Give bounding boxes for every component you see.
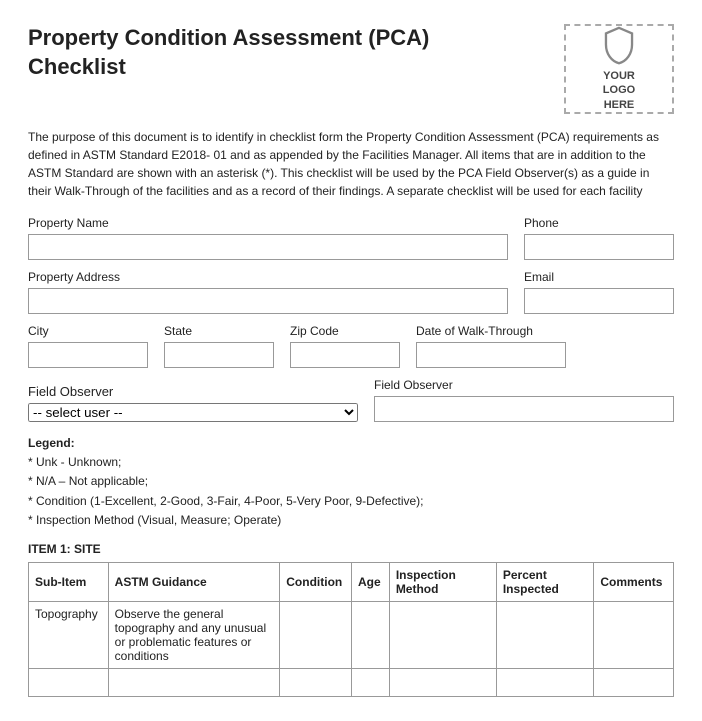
phone-input[interactable] <box>524 234 674 260</box>
cell-empty-sub-item <box>29 668 109 696</box>
form-row-3: City State Zip Code Date of Walk-Through… <box>28 324 674 368</box>
legend-line1: * Unk - Unknown; <box>28 453 674 472</box>
property-address-label: Property Address <box>28 270 508 284</box>
table-section: ITEM 1: SITE Sub-Item ASTM Guidance Cond… <box>28 542 674 697</box>
city-group: City <box>28 324 148 368</box>
description-text: The purpose of this document is to ident… <box>28 128 674 200</box>
cell-empty-condition <box>280 668 352 696</box>
email-input[interactable] <box>524 288 674 314</box>
phone-group: Phone <box>524 216 674 260</box>
cell-comments <box>594 601 674 668</box>
cell-empty-comments <box>594 668 674 696</box>
state-input[interactable] <box>164 342 274 368</box>
field-observer-select[interactable]: -- select user -- <box>28 403 358 422</box>
walk-through-group: Date of Walk-Through 10/17/2022 <box>416 324 566 368</box>
col-header-sub-item: Sub-Item <box>29 562 109 601</box>
form-row-2: Property Address Email <box>28 270 674 314</box>
page-header: Property Condition Assessment (PCA) Chec… <box>28 24 674 114</box>
legend-line4: * Inspection Method (Visual, Measure; Op… <box>28 511 674 530</box>
state-group: State <box>164 324 274 368</box>
table-header-row: Sub-Item ASTM Guidance Condition Age Ins… <box>29 562 674 601</box>
email-group: Email <box>524 270 674 314</box>
col-header-condition: Condition <box>280 562 352 601</box>
cell-condition <box>280 601 352 668</box>
email-label: Email <box>524 270 674 284</box>
col-header-age: Age <box>352 562 390 601</box>
legend-line2: * N/A – Not applicable; <box>28 472 674 491</box>
city-label: City <box>28 324 148 338</box>
col-header-comments: Comments <box>594 562 674 601</box>
zip-label: Zip Code <box>290 324 400 338</box>
table-row-empty <box>29 668 674 696</box>
zip-input[interactable] <box>290 342 400 368</box>
walk-through-label: Date of Walk-Through <box>416 324 566 338</box>
col-header-inspection: Inspection Method <box>389 562 496 601</box>
phone-label: Phone <box>524 216 674 230</box>
cell-inspection-method <box>389 601 496 668</box>
cell-percent-inspected <box>496 601 594 668</box>
zip-group: Zip Code <box>290 324 400 368</box>
city-input[interactable] <box>28 342 148 368</box>
condition-table: Sub-Item ASTM Guidance Condition Age Ins… <box>28 562 674 697</box>
logo-placeholder: YOUR LOGO HERE <box>564 24 674 114</box>
legend-line3: * Condition (1-Excellent, 2-Good, 3-Fair… <box>28 492 674 511</box>
cell-sub-item: Topography <box>29 601 109 668</box>
cell-empty-percent <box>496 668 594 696</box>
logo-text: YOUR LOGO HERE <box>603 69 635 112</box>
property-address-group: Property Address <box>28 270 508 314</box>
title-block: Property Condition Assessment (PCA) Chec… <box>28 24 429 81</box>
cell-empty-astm <box>108 668 280 696</box>
legend-title: Legend: <box>28 434 674 453</box>
table-row: Topography Observe the general topograph… <box>29 601 674 668</box>
cell-age <box>352 601 390 668</box>
field-observer-2-input[interactable] <box>374 396 674 422</box>
cell-empty-age <box>352 668 390 696</box>
property-name-label: Property Name <box>28 216 508 230</box>
field-observer-2-group: Field Observer <box>374 378 674 422</box>
shield-icon <box>601 26 637 65</box>
form-row-1: Property Name Phone <box>28 216 674 260</box>
field-observer-2-label: Field Observer <box>374 378 674 392</box>
property-name-group: Property Name <box>28 216 508 260</box>
field-observer-1-group: Field Observer -- select user -- <box>28 384 358 422</box>
walk-through-input[interactable]: 10/17/2022 <box>416 342 566 368</box>
item-heading: ITEM 1: SITE <box>28 542 674 556</box>
cell-astm-guidance: Observe the general topography and any u… <box>108 601 280 668</box>
form-row-4: Field Observer -- select user -- Field O… <box>28 378 674 422</box>
property-name-input[interactable] <box>28 234 508 260</box>
cell-empty-inspection <box>389 668 496 696</box>
property-address-input[interactable] <box>28 288 508 314</box>
col-header-astm: ASTM Guidance <box>108 562 280 601</box>
field-observer-1-label: Field Observer <box>28 384 358 399</box>
state-label: State <box>164 324 274 338</box>
col-header-percent: Percent Inspected <box>496 562 594 601</box>
legend-section: Legend: * Unk - Unknown; * N/A – Not app… <box>28 434 674 530</box>
page-title: Property Condition Assessment (PCA) Chec… <box>28 24 429 81</box>
